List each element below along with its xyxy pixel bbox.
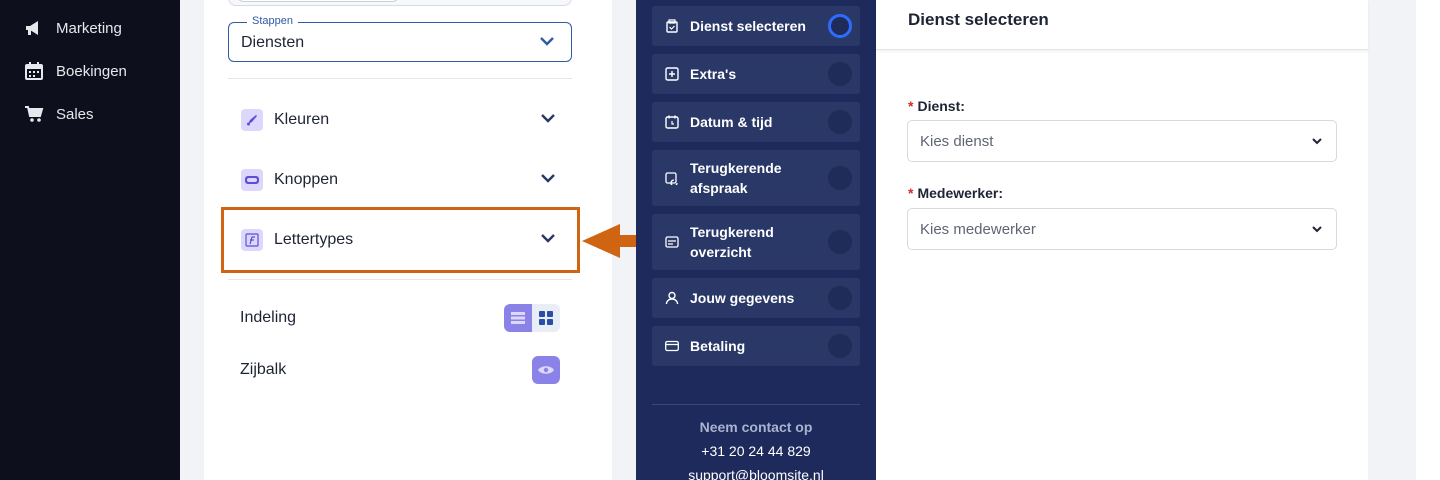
credit-card-icon	[664, 338, 680, 354]
chevron-down-icon	[540, 170, 556, 191]
grid-layout-icon[interactable]	[532, 304, 560, 332]
step-betaling[interactable]: Betaling	[652, 326, 860, 366]
nav-label: Sales	[56, 105, 94, 123]
employee-label: * Medewerker:	[908, 185, 1003, 201]
main-nav: Marketing Boekingen Sales	[0, 0, 180, 480]
page-edge	[1416, 0, 1440, 480]
service-select-icon	[664, 18, 680, 34]
sidebar-row: Zijbalk	[240, 355, 560, 385]
divider	[228, 78, 572, 79]
step-status-indicator	[828, 166, 852, 190]
nav-item-boekingen[interactable]: Boekingen	[24, 60, 127, 82]
form-title: Dienst selecteren	[908, 10, 1049, 29]
step-label: Extra's	[690, 66, 737, 82]
steps-value: Diensten	[241, 34, 305, 51]
chevron-down-icon	[540, 110, 556, 131]
employee-placeholder: Kies medewerker	[920, 220, 1036, 238]
booking-steps-sidebar: Dienst selecteren Extra's Datum & tijd T…	[636, 0, 876, 480]
layout-switch[interactable]	[504, 304, 560, 332]
service-select[interactable]: Kies dienst	[907, 120, 1337, 162]
step-terugkerende-afspraak[interactable]: Terugkerende afspraak	[652, 150, 860, 206]
recurring-icon	[664, 170, 680, 186]
user-icon	[664, 290, 680, 306]
form-header: Dienst selecteren	[876, 0, 1368, 50]
contact-heading: Neem contact op	[699, 419, 813, 435]
cart-icon	[24, 104, 44, 124]
required-mark: *	[908, 185, 914, 201]
step-label: Datum & tijd	[690, 114, 773, 130]
step-jouw-gegevens[interactable]: Jouw gegevens	[652, 278, 860, 318]
view-switch[interactable]	[228, 0, 572, 6]
list-layout-icon[interactable]	[504, 304, 532, 332]
chevron-down-icon	[1310, 222, 1324, 241]
megaphone-icon	[24, 18, 44, 38]
contact-phone[interactable]: +31 20 24 44 829	[652, 443, 860, 459]
service-label: * Dienst:	[908, 98, 965, 114]
employee-label-text: Medewerker:	[917, 185, 1004, 201]
calendar-clock-icon	[664, 114, 680, 130]
layout-label: Indeling	[240, 309, 297, 326]
recurring-list-icon	[664, 234, 680, 250]
brush-icon	[241, 109, 263, 131]
eye-icon[interactable]	[532, 356, 560, 384]
chevron-down-icon	[1310, 134, 1324, 153]
step-datum-tijd[interactable]: Datum & tijd	[652, 102, 860, 142]
accordion-label: Kleuren	[274, 111, 330, 128]
service-placeholder: Kies dienst	[920, 132, 994, 150]
highlight-box	[221, 207, 580, 273]
booking-form: Dienst selecteren * Dienst: Kies dienst *…	[876, 0, 1368, 480]
step-status-indicator	[828, 286, 852, 310]
chevron-down-icon	[539, 33, 555, 54]
plus-square-icon	[664, 66, 680, 82]
accordion-knoppen[interactable]: Knoppen	[228, 160, 572, 200]
step-status-indicator	[828, 334, 852, 358]
nav-item-marketing[interactable]: Marketing	[24, 17, 122, 39]
sidebar-label: Zijbalk	[240, 361, 287, 378]
layout-row: Indeling	[240, 303, 560, 333]
calendar-icon	[24, 61, 44, 81]
step-status-indicator	[828, 230, 852, 254]
step-label: Jouw gegevens	[690, 290, 795, 306]
required-mark: *	[908, 98, 914, 114]
nav-label: Boekingen	[56, 62, 127, 80]
accordion-label: Knoppen	[274, 171, 339, 188]
steps-select[interactable]: Stappen Diensten	[228, 15, 572, 62]
step-status-indicator	[828, 62, 852, 86]
step-status-indicator	[828, 110, 852, 134]
employee-select[interactable]: Kies medewerker	[907, 208, 1337, 250]
accordion-kleuren[interactable]: Kleuren	[228, 100, 572, 140]
step-label: Betaling	[690, 338, 746, 354]
view-switch-active[interactable]	[237, 0, 399, 2]
button-icon	[241, 169, 263, 191]
nav-item-sales[interactable]: Sales	[24, 103, 94, 125]
step-dienst-selecteren[interactable]: Dienst selecteren	[652, 6, 860, 46]
steps-legend: Stappen	[247, 15, 298, 27]
divider	[652, 404, 860, 405]
step-terugkerend-overzicht[interactable]: Terugkerend overzicht	[652, 214, 860, 270]
step-extras[interactable]: Extra's	[652, 54, 860, 94]
divider	[228, 279, 572, 280]
service-label-text: Dienst:	[917, 98, 965, 114]
step-status-indicator	[828, 14, 852, 38]
step-label: Terugkerend overzicht	[690, 224, 774, 260]
step-label: Terugkerende afspraak	[690, 160, 782, 196]
nav-label: Marketing	[56, 19, 122, 37]
step-label: Dienst selecteren	[690, 18, 806, 34]
contact-email[interactable]: support@bloomsite.nl	[652, 467, 860, 480]
